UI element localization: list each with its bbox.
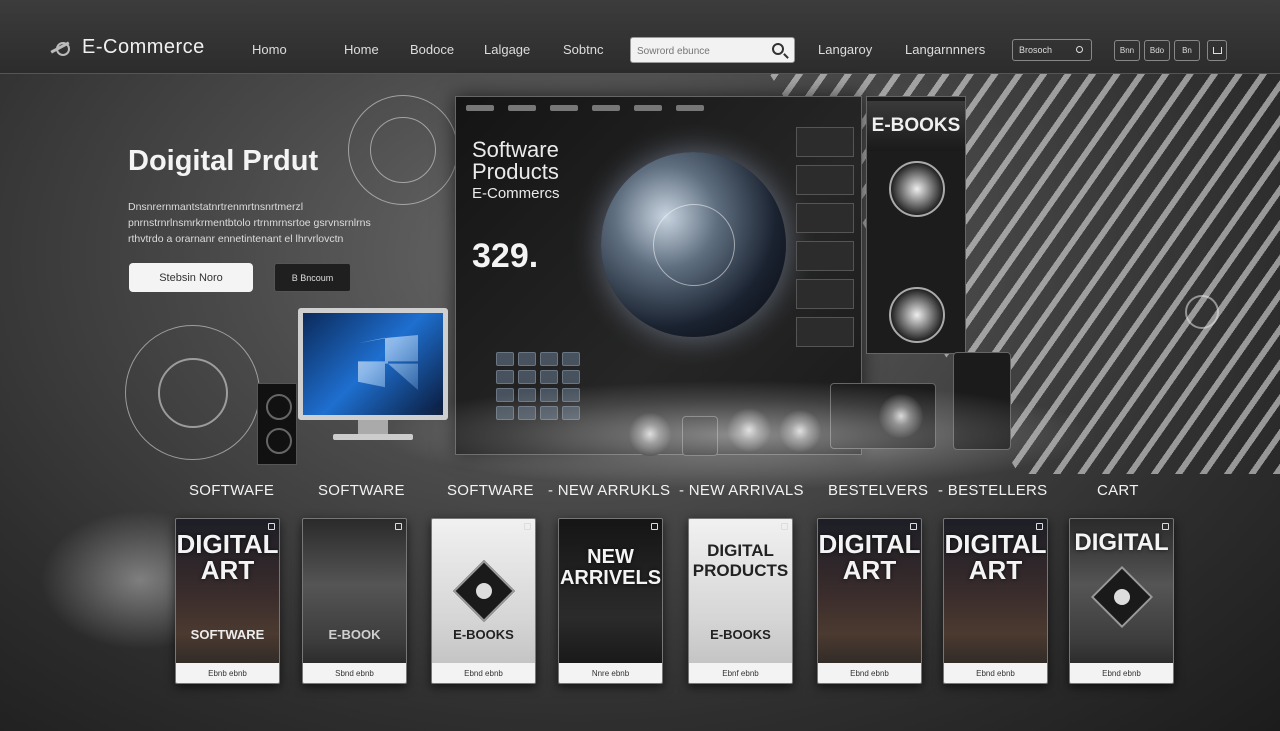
search-input[interactable] <box>637 42 767 60</box>
product-card-subtitle: E-BOOKS <box>453 627 514 642</box>
product-card-label: Nnre ebnb <box>559 663 662 683</box>
search-box[interactable] <box>630 37 795 63</box>
hero-primary-button[interactable]: Stebsin Noro <box>129 263 253 292</box>
category-cart[interactable]: CART <box>1097 482 1139 499</box>
product-card-5[interactable]: DIGITAL PRODUCTS E-BOOKS Ebnf ebnb <box>688 518 793 684</box>
card-disc-icon <box>452 559 516 623</box>
category-software-2[interactable]: SOFTWARE <box>318 482 405 499</box>
category-software-1[interactable]: SOFTWAFE <box>189 482 274 499</box>
ebooks-disc-icon-2 <box>889 287 945 343</box>
card-corner-icon <box>395 523 402 530</box>
nav-link-home[interactable]: Home <box>344 42 379 57</box>
card-corner-icon <box>651 523 658 530</box>
product-card-6[interactable]: DIGITAL ART Ebnd ebnb <box>817 518 922 684</box>
hero-ring-inner-decoration <box>370 117 436 183</box>
left-ring-inner-decoration <box>158 358 228 428</box>
product-card-7[interactable]: DIGITAL ART Ebnd ebnb <box>943 518 1048 684</box>
hero-description: Dnsnrernmantstatnrtrenmrtnsnrtmerzl pnrn… <box>128 201 371 245</box>
secondary-search-field[interactable]: Brosoch <box>1012 39 1092 61</box>
logo-icon <box>48 37 74 59</box>
nav-button-1[interactable]: Bnn <box>1114 40 1140 61</box>
card-corner-icon <box>781 523 788 530</box>
product-card-title: DIGITAL PRODUCTS <box>692 541 789 580</box>
ebooks-panel-title: E-BOOKS <box>867 101 965 151</box>
product-card-2[interactable]: E-BOOK Sbnd ebnb <box>302 518 407 684</box>
category-software-3[interactable]: SOFTWARE <box>447 482 534 499</box>
product-card-3[interactable]: E-BOOKS Ebnd ebnb <box>431 518 536 684</box>
product-card-label: Sbnd ebnb <box>303 663 406 683</box>
hero-title: Doigital Prdut <box>128 145 319 177</box>
nav-button-3[interactable]: Bn <box>1174 40 1200 61</box>
nav-link-langarnnners[interactable]: Langarnnners <box>905 42 985 57</box>
product-card-1[interactable]: DIGITAL ART SOFTWARE Ebnb ebnb <box>175 518 280 684</box>
product-card-title: DIGITAL ART <box>944 529 1047 585</box>
dashboard-title-line-1: Software <box>472 137 559 162</box>
nav-link-bodoce[interactable]: Bodoce <box>410 42 454 57</box>
speaker-graphic <box>257 383 297 465</box>
nav-link-langaroy[interactable]: Langaroy <box>818 42 872 57</box>
product-card-8[interactable]: DIGITAL Ebnd ebnb <box>1069 518 1174 684</box>
dashboard-title-line-3: E-Commercs <box>472 185 560 202</box>
product-card-subtitle: E-BOOKS <box>710 627 771 642</box>
product-card-label: Ebnf ebnb <box>689 663 792 683</box>
mist-decoration <box>380 380 1100 490</box>
card-disc-icon <box>1090 565 1154 629</box>
product-card-label: Ebnd ebnb <box>1070 663 1173 683</box>
product-card-subtitle: E-BOOK <box>328 627 381 642</box>
dashboard-tabs <box>466 105 704 111</box>
hero-secondary-button[interactable]: B Bncoum <box>274 263 351 292</box>
category-new-arrivals-2[interactable]: - NEW ARRIVALS <box>679 482 804 499</box>
mini-search-icon <box>1076 46 1083 53</box>
cart-button[interactable] <box>1207 40 1227 61</box>
card-corner-icon <box>524 523 531 530</box>
product-card-title: DIGITAL ART <box>176 529 279 585</box>
nav-button-2[interactable]: Bdo <box>1144 40 1170 61</box>
cart-icon <box>1213 47 1222 54</box>
product-card-subtitle: SOFTWARE <box>190 627 265 642</box>
product-card-title: DIGITAL ART <box>818 529 921 585</box>
right-ring-decoration <box>1185 295 1219 329</box>
product-card-label: Ebnd ebnb <box>432 663 535 683</box>
ebooks-disc-icon <box>889 161 945 217</box>
search-icon[interactable] <box>772 43 784 55</box>
category-new-arrivals-1[interactable]: - NEW ARRUKLS <box>548 482 670 499</box>
product-card-label: Ebnd ebnb <box>818 663 921 683</box>
secondary-search-label: Brosoch <box>1019 45 1053 55</box>
category-bestsellers-1[interactable]: BESTELVERS <box>828 482 928 499</box>
nav-link-homo[interactable]: Homo <box>252 42 287 57</box>
top-navigation-bar: E-Commerce Homo Home Bodoce Lalgage Sobt… <box>0 0 1280 74</box>
dashboard-big-number: 329. <box>472 237 539 275</box>
category-strip: SOFTWAFE SOFTWARE SOFTWARE - NEW ARRUKLS… <box>0 482 1280 502</box>
ebooks-panel: E-BOOKS <box>866 96 966 354</box>
globe-graphic <box>601 152 786 337</box>
dashboard-sidebar <box>796 127 854 355</box>
product-card-4[interactable]: NEW ARRIVELS Nnre ebnb <box>558 518 663 684</box>
dashboard-title: Software Products E-Commercs <box>472 139 560 205</box>
nav-link-sobtnc[interactable]: Sobtnc <box>563 42 603 57</box>
dashboard-title-line-2: Products <box>472 159 559 184</box>
product-card-label: Ebnb ebnb <box>176 663 279 683</box>
nav-link-lalgage[interactable]: Lalgage <box>484 42 530 57</box>
logo-text: E-Commerce <box>82 36 205 58</box>
product-card-title: DIGITAL <box>1074 529 1169 556</box>
logo[interactable]: E-Commerce <box>48 36 205 59</box>
product-card-title: NEW ARRIVELS <box>559 546 662 589</box>
product-card-label: Ebnd ebnb <box>944 663 1047 683</box>
category-bestsellers-2[interactable]: - BESTELLERS <box>938 482 1047 499</box>
